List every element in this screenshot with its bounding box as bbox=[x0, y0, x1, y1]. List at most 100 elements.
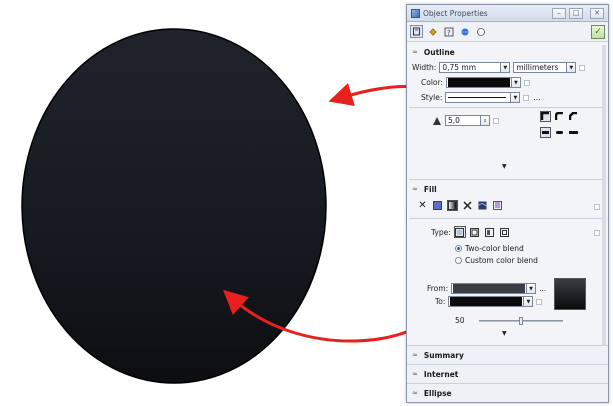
style-more-button[interactable]: ... bbox=[533, 93, 540, 102]
outline-section-header[interactable]: ≈ Outline bbox=[407, 45, 608, 59]
outline-width-row: Width: 0,75 mm ▼ millimeters ▼ bbox=[412, 62, 586, 73]
internet-expand-chevron-icon[interactable]: ≈ bbox=[412, 370, 418, 378]
ellipse-expand-chevron-icon[interactable]: ≈ bbox=[412, 389, 418, 397]
miter-limit-input[interactable]: 5,0 bbox=[445, 115, 481, 126]
from-color-dropdown-icon[interactable]: ▼ bbox=[527, 283, 537, 294]
slider-thumb[interactable] bbox=[518, 316, 523, 325]
ellipse-icon[interactable] bbox=[474, 25, 487, 38]
outline-style-picker[interactable] bbox=[445, 92, 512, 103]
conical-fountain-icon[interactable] bbox=[484, 226, 496, 238]
fountain-type-lock-checkbox[interactable] bbox=[594, 230, 600, 236]
text-icon[interactable]: ? bbox=[442, 25, 455, 38]
midpoint-slider[interactable] bbox=[478, 316, 563, 325]
custom-color-radio[interactable] bbox=[455, 257, 462, 264]
outline-style-dropdown-icon[interactable]: ▼ bbox=[511, 92, 521, 103]
summary-header-label: Summary bbox=[423, 350, 464, 360]
docker-scrollbar[interactable] bbox=[602, 45, 606, 345]
outline-color-dropdown-icon[interactable]: ▼ bbox=[511, 77, 521, 88]
width-lock-checkbox[interactable] bbox=[579, 64, 586, 71]
miter-row: 5,0 ⇕ bbox=[431, 115, 499, 126]
section-divider-1 bbox=[409, 179, 606, 180]
to-lock-checkbox[interactable] bbox=[536, 298, 543, 305]
miter-lock-checkbox[interactable] bbox=[493, 117, 499, 124]
corner-sharp-icon[interactable] bbox=[540, 111, 551, 122]
width-value: 0,75 mm bbox=[442, 63, 477, 72]
to-color-picker[interactable] bbox=[448, 296, 525, 307]
stage: Object Properties – □ ✕ ? ✓ ≈ Outline Wi… bbox=[0, 0, 613, 406]
cap-round-icon[interactable] bbox=[554, 127, 565, 138]
miter-limit-icon bbox=[431, 115, 442, 126]
docker-icon bbox=[411, 8, 420, 18]
color-lock-checkbox[interactable] bbox=[523, 79, 530, 86]
fill-bucket-icon[interactable] bbox=[426, 25, 439, 38]
style-lock-checkbox[interactable] bbox=[523, 94, 530, 101]
fill-section-header[interactable]: ≈ Fill bbox=[407, 182, 608, 196]
outline-pen-icon[interactable] bbox=[410, 25, 423, 38]
fountain-fill-icon[interactable] bbox=[447, 200, 458, 211]
outline-expand-icon[interactable]: ▼ bbox=[502, 163, 507, 170]
to-color-dropdown-icon[interactable]: ▼ bbox=[524, 296, 534, 307]
texture-fill-icon[interactable] bbox=[477, 200, 488, 211]
fill-collapse-chevron-icon[interactable]: ≈ bbox=[412, 185, 418, 193]
docker-toolbar: ? ✓ bbox=[407, 22, 608, 42]
type-label: Type: bbox=[431, 227, 451, 237]
collapse-chevron-icon[interactable]: ≈ bbox=[412, 48, 418, 56]
custom-color-option[interactable]: Custom color blend bbox=[455, 256, 538, 265]
minimize-icon[interactable]: – bbox=[552, 7, 566, 19]
fill-divider bbox=[409, 218, 606, 219]
linear-fountain-icon[interactable] bbox=[453, 226, 466, 238]
units-value: millimeters bbox=[516, 63, 559, 72]
close-icon[interactable]: ✕ bbox=[590, 7, 604, 19]
cap-square-icon[interactable] bbox=[568, 127, 579, 138]
outline-header-label: Outline bbox=[423, 47, 455, 57]
object-properties-docker: Object Properties – □ ✕ ? ✓ ≈ Outline Wi… bbox=[406, 4, 609, 403]
internet-header-label: Internet bbox=[423, 369, 459, 379]
radial-fountain-icon[interactable] bbox=[469, 226, 481, 238]
color-label: Color: bbox=[421, 78, 443, 87]
apply-checkmark-icon[interactable]: ✓ bbox=[591, 24, 605, 39]
svg-text:?: ? bbox=[447, 29, 451, 37]
to-color-swatch bbox=[450, 297, 523, 306]
internet-icon[interactable] bbox=[458, 25, 471, 38]
two-color-option[interactable]: Two-color blend bbox=[455, 244, 524, 253]
miter-value: 5,0 bbox=[448, 116, 460, 125]
width-label: Width: bbox=[412, 63, 437, 72]
fill-section: ≈ Fill ✕ Type: Two-color blend Custom co… bbox=[407, 182, 608, 342]
corner-bevel-icon[interactable] bbox=[568, 111, 579, 122]
from-more-button[interactable]: ... bbox=[539, 284, 546, 293]
ellipse-header-label: Ellipse bbox=[423, 388, 452, 398]
outline-divider bbox=[409, 107, 606, 108]
ellipse-section-header[interactable]: ≈ Ellipse bbox=[407, 383, 608, 402]
from-label: From: bbox=[427, 284, 449, 293]
midpoint-row: 50 bbox=[455, 316, 563, 325]
outline-color-picker[interactable] bbox=[445, 77, 512, 88]
summary-section-header[interactable]: ≈ Summary bbox=[407, 345, 608, 364]
fill-expand-icon[interactable]: ▼ bbox=[502, 330, 507, 337]
width-input[interactable]: 0,75 mm bbox=[439, 62, 502, 73]
miter-spinner-icon[interactable]: ⇕ bbox=[481, 115, 490, 126]
fill-type-lock-checkbox[interactable] bbox=[594, 204, 600, 210]
summary-expand-chevron-icon[interactable]: ≈ bbox=[412, 351, 418, 359]
postscript-fill-icon[interactable] bbox=[492, 200, 503, 211]
custom-color-label: Custom color blend bbox=[465, 256, 538, 265]
width-dropdown-icon[interactable]: ▼ bbox=[501, 62, 511, 73]
pattern-fill-icon[interactable] bbox=[462, 200, 473, 211]
outline-color-swatch bbox=[447, 78, 510, 87]
square-fountain-icon[interactable] bbox=[499, 226, 511, 238]
cap-butt-icon[interactable] bbox=[540, 127, 551, 138]
from-color-swatch bbox=[453, 284, 526, 293]
no-fill-icon[interactable]: ✕ bbox=[417, 200, 428, 211]
internet-section-header[interactable]: ≈ Internet bbox=[407, 364, 608, 383]
fountain-type-row: Type: bbox=[431, 226, 511, 238]
docker-titlebar[interactable]: Object Properties – □ ✕ bbox=[407, 5, 608, 22]
units-dropdown-icon[interactable]: ▼ bbox=[567, 62, 577, 73]
maximize-icon[interactable]: □ bbox=[569, 7, 583, 19]
two-color-radio[interactable] bbox=[455, 245, 462, 252]
fill-preview-swatch bbox=[554, 278, 586, 310]
units-select[interactable]: millimeters bbox=[513, 62, 568, 73]
selected-circle[interactable] bbox=[21, 28, 327, 384]
uniform-fill-icon[interactable] bbox=[432, 200, 443, 211]
from-color-picker[interactable] bbox=[451, 283, 528, 294]
corner-round-icon[interactable] bbox=[554, 111, 565, 122]
docker-title: Object Properties bbox=[423, 8, 488, 18]
